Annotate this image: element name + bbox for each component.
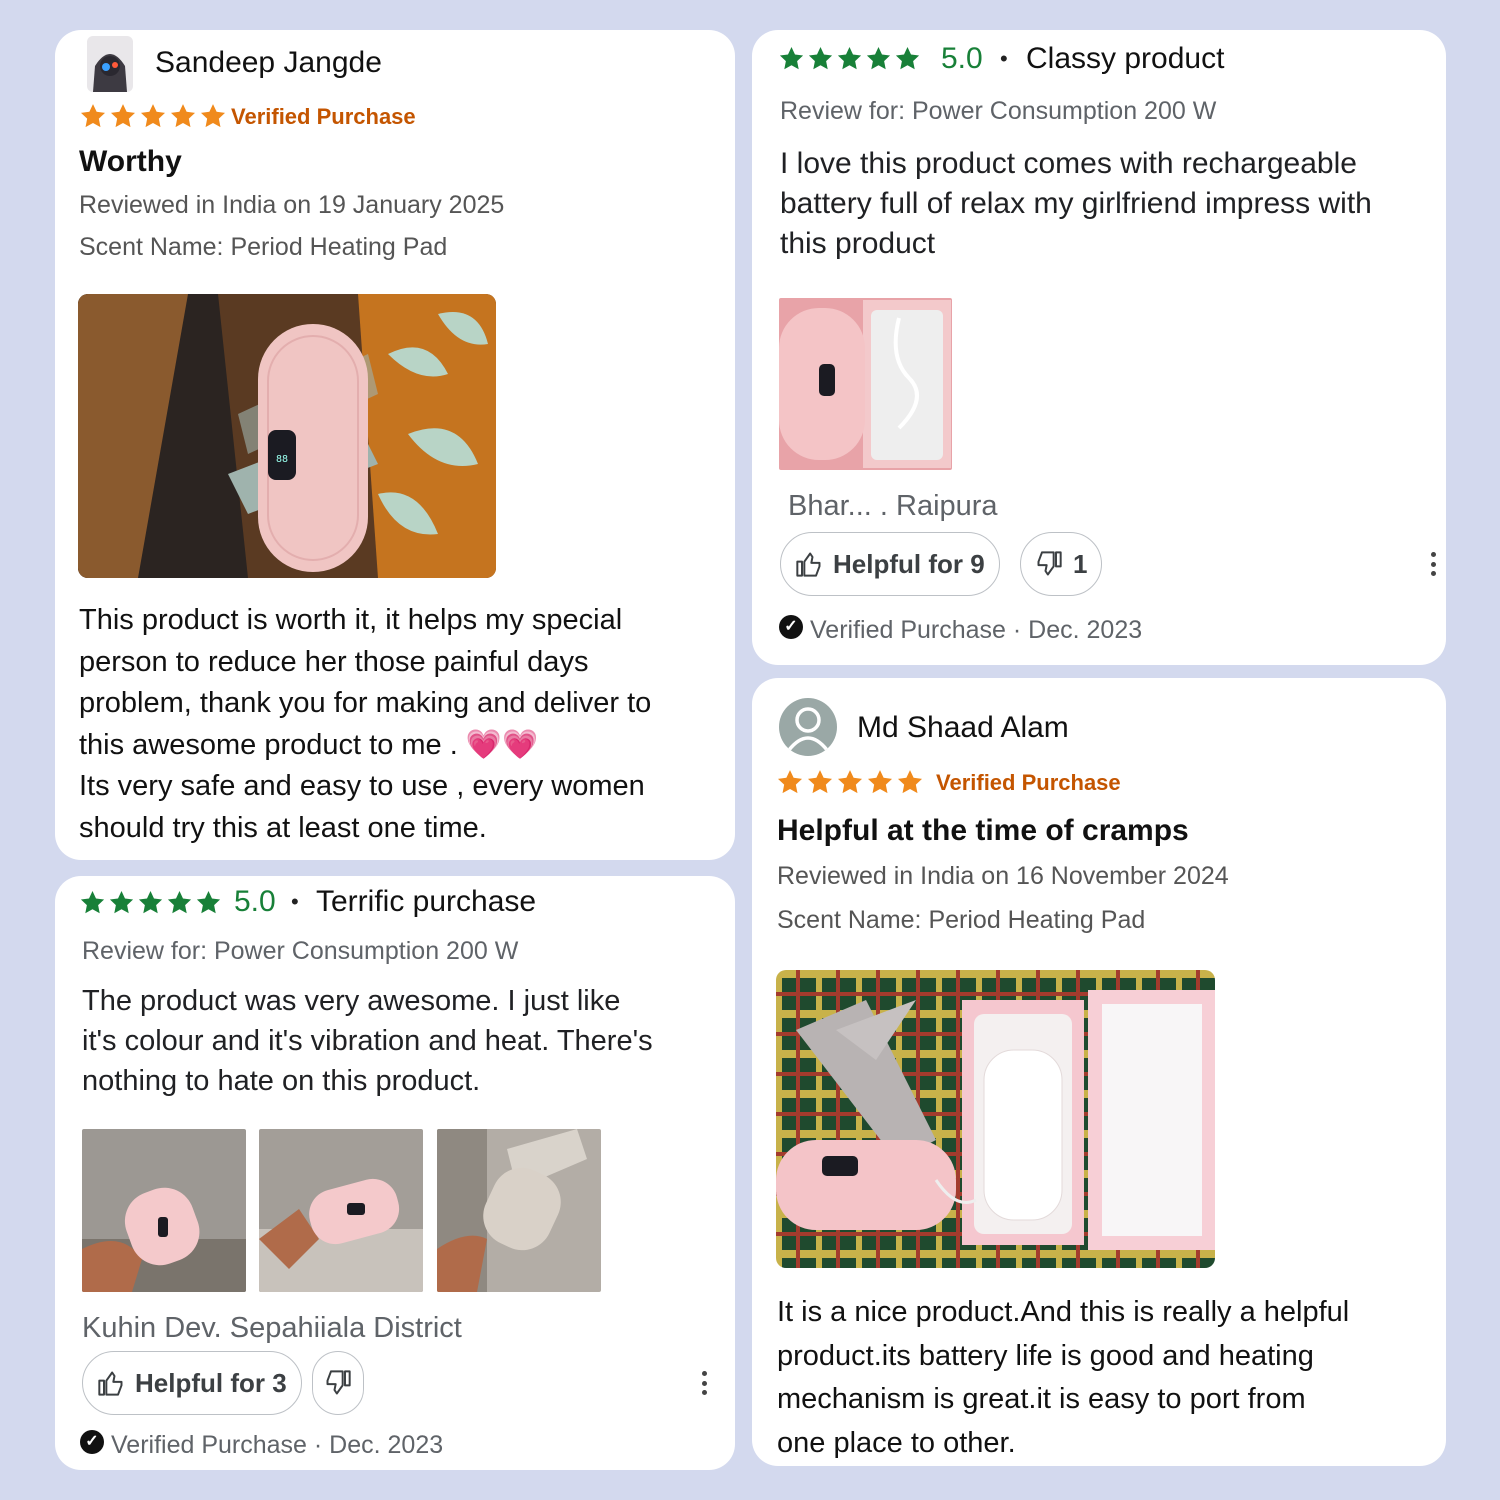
review-body-line: mechanism is great.it is easy to port fr… — [777, 1383, 1306, 1415]
star-icon — [807, 770, 833, 794]
reviewer-name[interactable]: Md Shaad Alam — [857, 711, 1069, 745]
helpful-label: Helpful for 9 — [833, 548, 985, 579]
review-headline: Classy product — [1026, 42, 1225, 75]
rating-score: 5.0 — [234, 885, 276, 918]
svg-text:88: 88 — [276, 454, 288, 465]
review-photo[interactable] — [776, 970, 1215, 1268]
star-icon — [167, 891, 192, 914]
review-body: The product was very awesome. I just lik… — [82, 981, 732, 1101]
review-for: Review for: Power Consumption 200 W — [82, 937, 519, 965]
star-icon — [897, 770, 923, 794]
star-icon — [808, 47, 833, 70]
review-photo[interactable] — [259, 1129, 423, 1292]
star-icon — [837, 47, 862, 70]
review-card-classy-product: 5.0 • Classy product Review for: Power C… — [752, 30, 1446, 665]
review-body-line: product.its battery life is good and hea… — [777, 1339, 1314, 1372]
not-helpful-button[interactable]: 1 — [1020, 532, 1103, 596]
verified-check-icon: ✓ — [80, 1430, 104, 1454]
thumbs-down-icon — [326, 1370, 351, 1395]
star-rating — [79, 889, 222, 916]
star-icon — [777, 770, 803, 794]
review-body: This product is worth it, it helps my sp… — [79, 600, 729, 849]
star-icon — [110, 104, 136, 128]
thumbs-up-icon — [796, 552, 821, 577]
review-card-terrific-purchase: 5.0 • Terrific purchase Review for: Powe… — [55, 876, 735, 1470]
star-icon — [866, 47, 891, 70]
review-body-line: It is a nice product.And this is really … — [777, 1296, 1350, 1328]
review-body-line: Its very safe and easy to use , every wo… — [79, 770, 645, 802]
star-icon — [138, 891, 163, 914]
more-options-icon[interactable] — [699, 1371, 709, 1395]
verified-purchase-badge[interactable]: Verified Purchase — [936, 770, 1121, 796]
star-icon — [200, 104, 226, 128]
review-body-line: this product — [780, 227, 936, 260]
reviewer-avatar[interactable] — [87, 36, 133, 92]
review-body-line: one place to other. — [777, 1426, 1016, 1459]
reviewer-name[interactable]: Bhar... . Raipura — [788, 490, 998, 523]
star-icon — [80, 104, 106, 128]
helpful-button[interactable]: Helpful for 3 — [82, 1351, 302, 1415]
review-headline: Terrific purchase — [316, 885, 537, 918]
star-icon — [109, 891, 134, 914]
reviewer-name[interactable]: Kuhin Dev. Sepahiiala District — [82, 1312, 462, 1345]
reviewer-name[interactable]: Sandeep Jangde — [155, 46, 382, 80]
review-photo[interactable] — [779, 298, 952, 470]
product-variant: Scent Name: Period Heating Pad — [777, 906, 1146, 934]
star-icon — [779, 47, 804, 70]
review-body-line: battery full of relax my girlfriend impr… — [780, 187, 1372, 220]
review-body: It is a nice product.And this is really … — [777, 1291, 1446, 1465]
review-date: Reviewed in India on 19 January 2025 — [79, 191, 505, 219]
review-body-line: I love this product comes with rechargea… — [780, 147, 1357, 180]
review-date: Reviewed in India on 16 November 2024 — [777, 862, 1229, 890]
review-title[interactable]: Helpful at the time of cramps — [777, 814, 1189, 848]
review-body-line: should try this at least one time. — [79, 811, 487, 844]
review-body-line: problem, thank you for making and delive… — [79, 687, 652, 719]
star-icon — [80, 891, 105, 914]
review-card-sandeep: Sandeep Jangde Verified Purchase Worthy … — [55, 30, 735, 860]
thumbs-up-icon — [98, 1371, 123, 1396]
review-body-line: this awesome product to me . 💗💗 — [79, 728, 539, 761]
verified-check-icon: ✓ — [779, 615, 803, 639]
star-icon — [837, 770, 863, 794]
review-footer: Verified Purchase · Dec. 2023 — [810, 616, 1143, 644]
not-helpful-count: 1 — [1073, 548, 1088, 579]
helpful-label: Helpful for 3 — [135, 1367, 287, 1398]
review-title[interactable]: Worthy — [79, 145, 182, 179]
more-options-icon[interactable] — [1428, 552, 1438, 576]
product-variant: Scent Name: Period Heating Pad — [79, 233, 448, 261]
separator-dot: • — [1000, 46, 1008, 71]
review-body-line: it's colour and it's vibration and heat.… — [82, 1025, 653, 1057]
star-rating — [778, 45, 921, 72]
review-body-line: nothing to hate on this product. — [82, 1065, 481, 1097]
thumbs-down-icon — [1037, 551, 1062, 576]
review-body-line: The product was very awesome. I just lik… — [82, 985, 621, 1017]
verified-purchase-badge[interactable]: Verified Purchase — [231, 104, 416, 130]
review-body-line: This product is worth it, it helps my sp… — [79, 604, 623, 636]
rating-score: 5.0 — [941, 42, 983, 75]
star-icon — [170, 104, 196, 128]
star-icon — [196, 891, 221, 914]
review-photo[interactable] — [82, 1129, 246, 1292]
helpful-button[interactable]: Helpful for 9 — [780, 532, 1000, 596]
star-rating — [79, 102, 227, 130]
review-footer: Verified Purchase · Dec. 2023 — [111, 1431, 444, 1459]
star-icon — [867, 770, 893, 794]
review-for: Review for: Power Consumption 200 W — [780, 97, 1217, 125]
review-photo[interactable] — [437, 1129, 601, 1292]
separator-dot: • — [291, 889, 299, 914]
review-body: I love this product comes with rechargea… — [780, 144, 1446, 264]
reviewer-avatar[interactable] — [779, 698, 837, 756]
not-helpful-button[interactable] — [312, 1351, 364, 1415]
star-icon — [895, 47, 920, 70]
star-rating — [776, 768, 924, 796]
review-body-line: person to reduce her those painful days — [79, 645, 589, 678]
star-icon — [140, 104, 166, 128]
review-card-md-shaad-alam: Md Shaad Alam Verified Purchase Helpful … — [752, 678, 1446, 1466]
review-photo[interactable]: 88 — [78, 294, 496, 578]
